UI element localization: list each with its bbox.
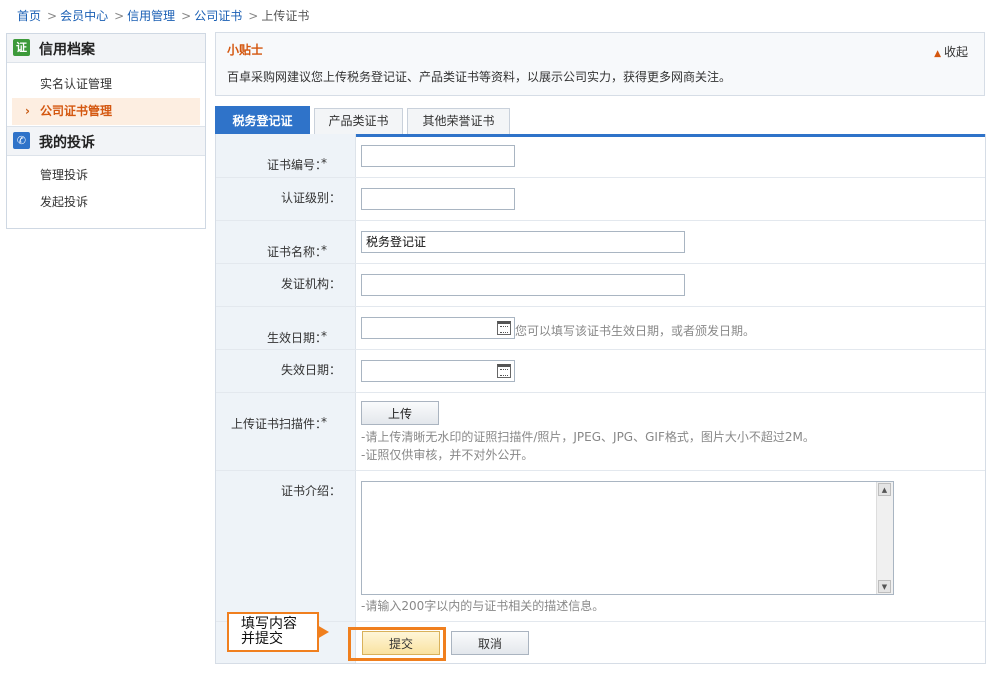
tab-other-honors[interactable]: 其他荣誉证书: [407, 108, 510, 134]
intro-textarea[interactable]: ▲ ▼: [361, 481, 894, 595]
triangle-up-icon: ▲: [934, 49, 941, 59]
sidebar: 证 信用档案 实名认证管理 › 公司证书管理 ✆ 我的投诉 管理投诉 发起投诉: [6, 33, 206, 229]
upload-hint-format: -请上传清晰无水印的证照扫描件/照片，JPEG、JPG、GIF格式，图片大小不超…: [361, 430, 815, 444]
sidebar-item-realname-auth[interactable]: 实名认证管理: [7, 71, 205, 98]
scroll-down-icon[interactable]: ▼: [878, 580, 891, 593]
expire-date-input[interactable]: [361, 360, 515, 382]
upload-hint-privacy: -证照仅供审核，并不对外公开。: [361, 448, 534, 462]
certificate-icon: 证: [13, 39, 30, 56]
form-row-level: 认证级别：: [216, 178, 985, 221]
form-row-intro: 证书介绍： ▲ ▼ -请输入200字以内的与证书相关的描述信息。: [216, 471, 985, 622]
cancel-button[interactable]: 取消: [451, 631, 529, 655]
collapse-button[interactable]: ▲ 收起: [934, 43, 968, 60]
callout-line2: 并提交: [241, 631, 283, 647]
form-row-issuer: 发证机构：: [216, 264, 985, 307]
tips-text: 百卓采购网建议您上传税务登记证、产品类证书等资料，以展示公司实力，获得更多网商关…: [227, 70, 732, 84]
level-input[interactable]: [361, 188, 515, 210]
sidebar-item-manage-complaints[interactable]: 管理投诉: [7, 162, 205, 189]
tips-panel: 小贴士 百卓采购网建议您上传税务登记证、产品类证书等资料，以展示公司实力，获得更…: [215, 32, 985, 96]
submit-highlight-box: [348, 627, 446, 661]
tips-title: 小贴士: [227, 43, 264, 57]
expire-date-label: 失效日期：: [280, 363, 341, 377]
cert-no-input[interactable]: [361, 145, 515, 167]
tab-product-certs[interactable]: 产品类证书: [314, 108, 403, 134]
breadcrumb-home[interactable]: 首页: [17, 9, 41, 23]
breadcrumb-separator: >: [181, 9, 192, 23]
sidebar-item-label: 公司证书管理: [40, 104, 113, 118]
sidebar-item-file-complaint[interactable]: 发起投诉: [7, 189, 205, 216]
callout-arrow: [317, 625, 329, 639]
collapse-label: 收起: [943, 45, 968, 59]
breadcrumb-separator: >: [114, 9, 125, 23]
calendar-icon[interactable]: [497, 321, 511, 335]
form-row-actions: 提交 取消: [216, 622, 985, 663]
chevron-right-icon: ›: [25, 104, 30, 118]
form-row-cert-no: * 证书编号：: [216, 134, 985, 178]
form-row-upload: * 上传证书扫描件： 上传 -请上传清晰无水印的证照扫描件/照片，JPEG、JPG…: [216, 393, 985, 471]
breadcrumb-company-certs[interactable]: 公司证书: [194, 9, 242, 23]
form-row-expire-date: 失效日期：: [216, 350, 985, 393]
intro-label: 证书介绍：: [280, 484, 341, 498]
form-row-effective-date: * 生效日期： 您可以填写该证书生效日期，或者颁发日期。: [216, 307, 985, 350]
breadcrumb-credit-management[interactable]: 信用管理: [127, 9, 175, 23]
effective-date-hint: 您可以填写该证书生效日期，或者颁发日期。: [515, 324, 756, 338]
callout-box: 填写内容 并提交: [227, 612, 319, 652]
textarea-scrollbar[interactable]: ▲ ▼: [876, 482, 893, 594]
breadcrumb: 首页 > 会员中心 > 信用管理 > 公司证书 > 上传证书: [17, 7, 309, 24]
form-row-cert-name: * 证书名称：: [216, 221, 985, 264]
tab-tax-registration[interactable]: 税务登记证: [215, 106, 310, 135]
breadcrumb-separator: >: [248, 9, 259, 23]
scroll-up-icon[interactable]: ▲: [878, 483, 891, 496]
issuer-label: 发证机构：: [280, 277, 341, 291]
sidebar-section-title: 我的投诉: [39, 135, 95, 151]
issuer-input[interactable]: [361, 274, 685, 296]
sidebar-header-credit-file: 证 信用档案: [7, 34, 205, 63]
upload-button[interactable]: 上传: [361, 401, 439, 425]
sidebar-section-title: 信用档案: [39, 42, 95, 58]
callout-line1: 填写内容: [241, 616, 297, 632]
level-label: 认证级别：: [280, 191, 341, 205]
breadcrumb-separator: >: [47, 9, 58, 23]
sidebar-header-my-complaints: ✆ 我的投诉: [7, 127, 205, 156]
calendar-icon[interactable]: [497, 364, 511, 378]
intro-hint: -请输入200字以内的与证书相关的描述信息。: [361, 599, 605, 613]
cert-form: *证书编号： 认证级别： *证书名称： 发证机构： *生效日期： 您可以填写该证…: [215, 134, 986, 664]
sidebar-item-company-certs[interactable]: › 公司证书管理: [12, 98, 200, 125]
cert-name-input[interactable]: [361, 231, 685, 253]
phone-icon: ✆: [13, 132, 30, 149]
breadcrumb-member-center[interactable]: 会员中心: [60, 9, 108, 23]
breadcrumb-current: 上传证书: [261, 9, 310, 23]
effective-date-input[interactable]: [361, 317, 515, 339]
cert-tabs: 税务登记证 产品类证书 其他荣誉证书: [215, 106, 985, 137]
